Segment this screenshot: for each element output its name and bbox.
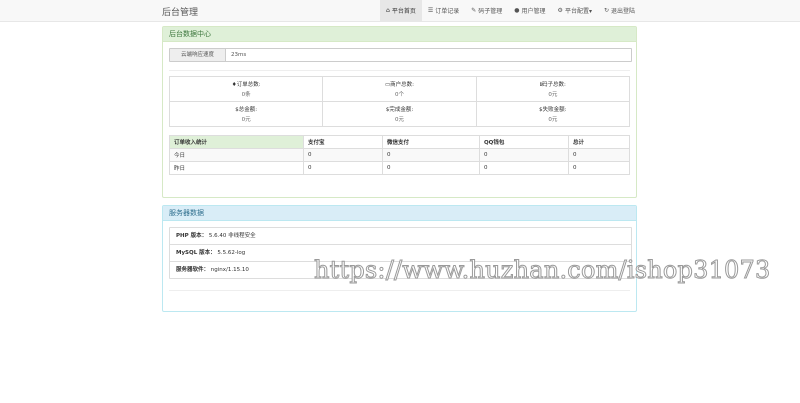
table-cell: 昨日 bbox=[169, 161, 304, 175]
revenue-table: 订单收入统计 支付宝 微信支付 QQ钱包 总计 今日 0 0 0 0 昨日 0 … bbox=[169, 135, 630, 175]
server-row-php: PHP 版本： 5.6.40 非线程安全 bbox=[170, 228, 631, 245]
stat-label: 商户总数: bbox=[390, 82, 415, 88]
stats-grid: ♦订单总数: 0条 ▭商户总数: 0个 ℹ码子总数: 0元 $总金额: 0元 $… bbox=[168, 76, 631, 127]
stat-value: 0元 bbox=[241, 117, 251, 123]
table-cell: 0 bbox=[479, 161, 569, 175]
column-header: 支付宝 bbox=[303, 135, 383, 149]
table-cell: 0 bbox=[568, 161, 630, 175]
nav-label: 订单记录 bbox=[435, 8, 460, 15]
top-navbar: 后台管理 ⌂ 平台首页 ☰ 订单记录 ✎ 码子管理 ● 用户管理 ⚙ 平台配置▾… bbox=[0, 0, 800, 22]
home-icon: ⌂ bbox=[386, 6, 390, 14]
panel-title: 服务器数据 bbox=[163, 206, 636, 221]
edit-icon: ✎ bbox=[471, 6, 477, 14]
response-speed: 云端响应速度 23ms bbox=[169, 48, 632, 62]
logout-icon: ↻ bbox=[603, 6, 609, 14]
stat-value: 0元 bbox=[548, 117, 558, 123]
stat-value: 0条 bbox=[241, 92, 251, 98]
table-cell: 0 bbox=[479, 148, 569, 162]
divider bbox=[169, 290, 630, 291]
stat-total-amount: $总金额: 0元 bbox=[168, 101, 324, 127]
stat-label: 订单总数: bbox=[236, 82, 261, 88]
main-nav: ⌂ 平台首页 ☰ 订单记录 ✎ 码子管理 ● 用户管理 ⚙ 平台配置▾ ↻ 退出… bbox=[380, 0, 641, 21]
stat-merchant-count: ▭商户总数: 0个 bbox=[322, 76, 477, 102]
speed-label: 云端响应速度 bbox=[170, 49, 226, 61]
server-value: 5.6.40 非线程安全 bbox=[208, 233, 256, 239]
nav-label: 退出登陆 bbox=[610, 8, 635, 15]
watermark-text: https://www.huzhan.com/ishop31073 bbox=[313, 256, 771, 285]
stat-label: 码子总数: bbox=[541, 82, 566, 88]
table-header-row: 订单收入统计 支付宝 微信支付 QQ钱包 总计 bbox=[169, 135, 630, 149]
table-cell: 今日 bbox=[169, 148, 304, 162]
brand-title[interactable]: 后台管理 bbox=[162, 5, 198, 18]
stat-value: 0元 bbox=[394, 117, 404, 123]
nav-home[interactable]: ⌂ 平台首页 bbox=[380, 0, 422, 21]
server-label: PHP 版本： bbox=[176, 233, 208, 239]
nav-label: 用户管理 bbox=[521, 8, 546, 15]
stat-code-count: ℹ码子总数: 0元 bbox=[475, 76, 631, 102]
panel-title: 后台数据中心 bbox=[163, 27, 636, 42]
stat-value: 0个 bbox=[394, 92, 404, 98]
table-cell: 0 bbox=[382, 161, 480, 175]
list-icon: ☰ bbox=[427, 6, 434, 14]
stat-label: 失败金额: bbox=[542, 107, 567, 113]
speed-value: 23ms bbox=[231, 52, 247, 58]
nav-orders[interactable]: ☰ 订单记录 bbox=[422, 0, 465, 21]
server-value: 5.5.62-log bbox=[217, 250, 246, 256]
nav-logout[interactable]: ↻ 退出登陆 bbox=[598, 0, 641, 21]
stat-value: 0元 bbox=[548, 92, 558, 98]
divider bbox=[169, 70, 630, 71]
table-row: 昨日 0 0 0 0 bbox=[169, 161, 630, 175]
stat-order-count: ♦订单总数: 0条 bbox=[168, 76, 324, 102]
server-value: nginx/1.15.10 bbox=[210, 267, 249, 273]
table-cell: 0 bbox=[568, 148, 630, 162]
nav-label: 码子管理 bbox=[478, 8, 503, 15]
user-icon: ● bbox=[514, 6, 520, 14]
nav-label: 平台配置▾ bbox=[564, 8, 592, 15]
column-header: QQ钱包 bbox=[479, 135, 569, 149]
stat-label: 总金额: bbox=[238, 107, 258, 113]
server-label: MySQL 版本： bbox=[176, 250, 216, 256]
table-cell: 0 bbox=[303, 148, 383, 162]
table-cell: 0 bbox=[382, 148, 480, 162]
nav-users[interactable]: ● 用户管理 bbox=[508, 0, 551, 21]
column-header: 总计 bbox=[568, 135, 630, 149]
column-header: 微信支付 bbox=[382, 135, 480, 149]
data-center-panel: 后台数据中心 云端响应速度 23ms ♦订单总数: 0条 ▭商户总数: 0个 ℹ… bbox=[162, 26, 637, 198]
gear-icon: ⚙ bbox=[557, 6, 563, 14]
column-header: 订单收入统计 bbox=[169, 135, 304, 149]
stat-failed-amount: $失败金额: 0元 bbox=[475, 101, 631, 127]
nav-codes[interactable]: ✎ 码子管理 bbox=[465, 0, 508, 21]
server-label: 服务器软件： bbox=[176, 267, 210, 273]
table-row: 今日 0 0 0 0 bbox=[169, 148, 630, 162]
stat-completed-amount: $完成金额: 0元 bbox=[322, 101, 477, 127]
table-cell: 0 bbox=[303, 161, 383, 175]
nav-settings-dropdown[interactable]: ⚙ 平台配置▾ bbox=[552, 0, 598, 21]
stat-label: 完成金额: bbox=[389, 107, 414, 113]
nav-label: 平台首页 bbox=[391, 8, 416, 15]
